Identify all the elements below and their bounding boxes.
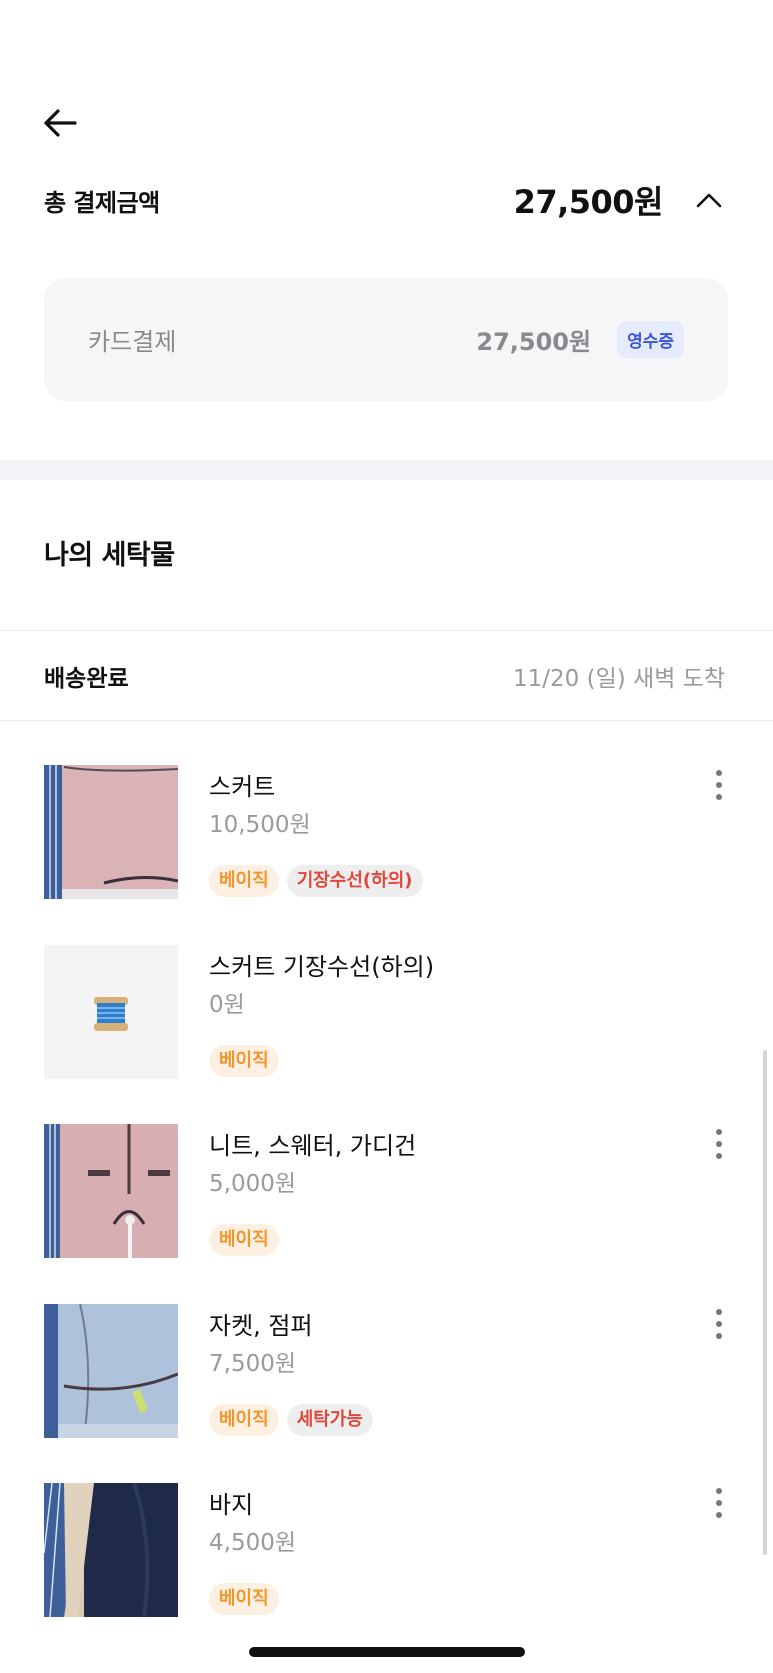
laundry-item[interactable]: 스커트 기장수선(하의) 0원 베이직 [44, 945, 733, 1079]
item-tags: 베이직 세탁가능 [209, 1404, 373, 1436]
back-button[interactable] [40, 103, 80, 143]
item-price: 0원 [209, 992, 245, 1018]
item-name: 니트, 스웨터, 가디건 [209, 1132, 417, 1160]
item-price: 5,000원 [209, 1171, 297, 1197]
receipt-button[interactable]: 영수증 [617, 321, 684, 358]
item-tags: 베이직 [209, 1045, 434, 1077]
more-options-button[interactable] [705, 1124, 733, 1164]
total-payment-amount: 27,500원 [513, 183, 664, 221]
item-price: 10,500원 [209, 812, 311, 838]
payment-method: 카드결제 [88, 328, 177, 356]
item-tags: 베이직 기장수선(하의) [209, 865, 423, 897]
item-name: 스커트 [209, 773, 276, 801]
divider [0, 720, 773, 721]
blue-jacket-photo [44, 1304, 178, 1438]
tag-basic: 베이직 [209, 865, 279, 897]
payment-detail-card: 카드결제 27,500원 영수증 [44, 278, 728, 401]
laundry-item[interactable]: 니트, 스웨터, 가디건 5,000원 베이직 [44, 1124, 733, 1258]
scrollbar[interactable] [763, 1050, 767, 1555]
delivery-status-label: 배송완료 [44, 666, 129, 692]
laundry-item[interactable]: 자켓, 점퍼 7,500원 베이직 세탁가능 [44, 1304, 733, 1438]
section-separator [0, 460, 773, 480]
pink-cardigan-photo [44, 1124, 178, 1258]
item-price: 7,500원 [209, 1351, 297, 1377]
item-name: 바지 [209, 1491, 254, 1519]
delivery-date: 11/20 (일) 새벽 도착 [513, 666, 725, 692]
more-vertical-icon [716, 1488, 722, 1518]
more-options-button[interactable] [705, 1304, 733, 1344]
arrow-left-icon [44, 109, 77, 137]
item-name: 자켓, 점퍼 [209, 1312, 313, 1340]
tag-basic: 베이직 [209, 1045, 279, 1077]
tag-basic: 베이직 [209, 1404, 279, 1436]
laundry-item[interactable]: 바지 4,500원 베이직 [44, 1483, 733, 1617]
item-info: 스커트 기장수선(하의) 0원 베이직 [209, 945, 434, 1077]
tag-hem-repair: 기장수선(하의) [286, 865, 423, 897]
laundry-item[interactable]: 스커트 10,500원 베이직 기장수선(하의) [44, 765, 733, 899]
more-vertical-icon [716, 770, 722, 800]
section-title: 나의 세탁물 [44, 540, 175, 571]
total-payment-row: 총 결제금액 27,500원 [44, 172, 729, 228]
collapse-button[interactable] [689, 180, 729, 220]
more-options-button[interactable] [705, 1483, 733, 1523]
total-payment-label: 총 결제금액 [44, 188, 160, 217]
item-tags: 베이직 [209, 1583, 296, 1615]
delivery-status-row: 배송완료 11/20 (일) 새벽 도착 [44, 656, 725, 696]
payment-amount: 27,500원 [476, 328, 592, 356]
more-vertical-icon [716, 1129, 722, 1159]
tag-basic: 베이직 [209, 1583, 279, 1615]
navy-pants-photo [44, 1483, 178, 1617]
item-info: 니트, 스웨터, 가디건 5,000원 베이직 [209, 1124, 416, 1256]
item-info: 바지 4,500원 베이직 [209, 1483, 296, 1615]
tag-washable: 세탁가능 [286, 1404, 373, 1436]
home-indicator[interactable] [249, 1647, 525, 1657]
item-price: 4,500원 [209, 1530, 297, 1556]
tag-basic: 베이직 [209, 1224, 279, 1256]
item-info: 자켓, 점퍼 7,500원 베이직 세탁가능 [209, 1304, 373, 1436]
chevron-up-icon [696, 193, 722, 208]
divider [0, 630, 773, 631]
thread-spool-icon [44, 945, 178, 1079]
item-tags: 베이직 [209, 1224, 416, 1256]
more-options-button[interactable] [705, 765, 733, 805]
pink-skirt-photo [44, 765, 178, 899]
item-info: 스커트 10,500원 베이직 기장수선(하의) [209, 765, 423, 897]
more-vertical-icon [716, 1309, 722, 1339]
item-name: 스커트 기장수선(하의) [209, 953, 435, 981]
